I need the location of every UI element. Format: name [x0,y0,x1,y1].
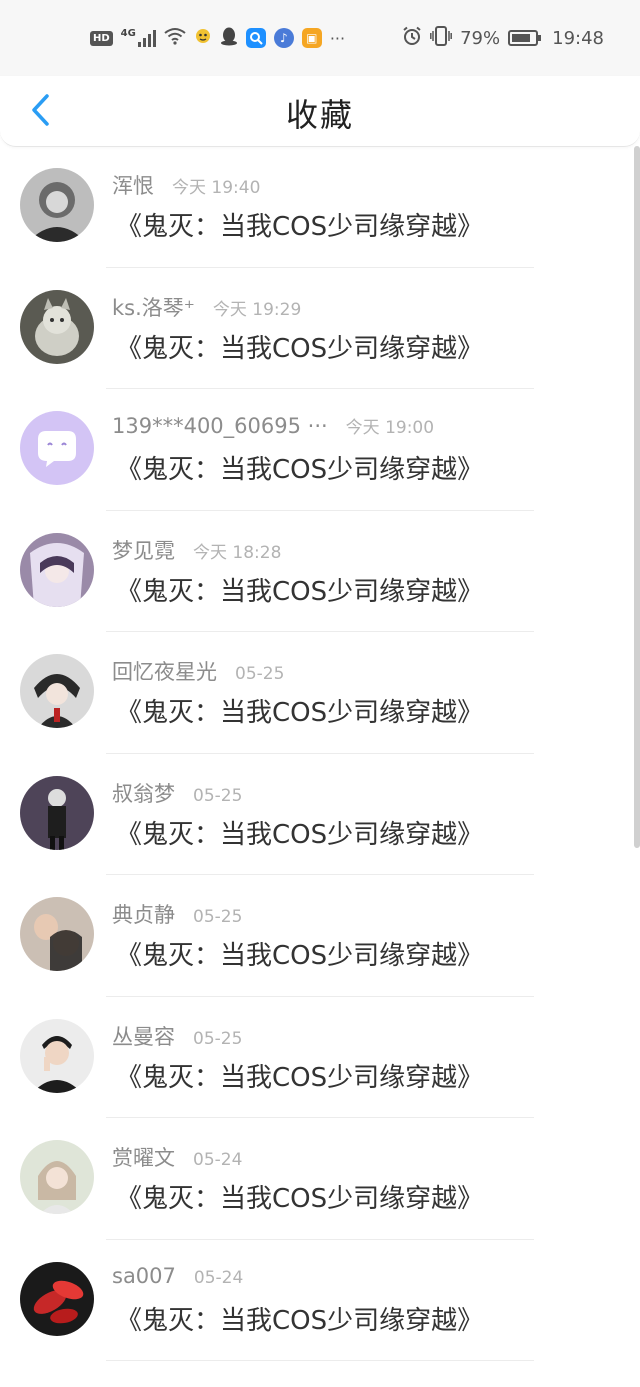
timestamp: 今天 19:00 [345,418,435,438]
favorite-title[interactable]: 《鬼灭：当我COS少司缘穿越》 [116,814,483,851]
avatar[interactable] [20,289,94,364]
avatar[interactable] [20,654,94,728]
avatar[interactable] [20,168,94,242]
list-item[interactable]: 赏曜文 05-24 《鬼灭：当我COS少司缘穿越》 [0,1118,640,1240]
user-name[interactable]: 回忆夜星光 [112,656,217,686]
battery-icon [508,30,542,46]
hd-badge: HD [90,30,113,46]
user-name[interactable]: 139***400_60695 ··· [112,414,328,438]
timestamp: 今天 19:40 [172,178,261,198]
favorites-list: 浑恨 今天 19:40 《鬼灭：当我COS少司缘穿越》 ks.洛琴⁺ 今天 19… [0,146,640,1361]
list-item[interactable]: ks.洛琴⁺ 今天 19:29 《鬼灭：当我COS少司缘穿越》 [0,268,640,389]
signal-icon [137,29,156,47]
avatar[interactable] [20,1140,94,1214]
list-item[interactable]: 139***400_60695 ··· 今天 19:00 《鬼灭：当我COS少司… [0,389,640,511]
more-notifications-icon: ··· [329,28,346,48]
timestamp: 05-25 [193,907,243,927]
timestamp: 05-25 [235,664,285,684]
status-left-icons: HD 4G ♪ ▣ ··· [90,24,345,52]
avatar[interactable] [20,1261,94,1336]
list-item[interactable]: 梦见霓 今天 18:28 《鬼灭：当我COS少司缘穿越》 [0,511,640,632]
reading-app-icon: ▣ [301,28,322,48]
timestamp: 今天 18:28 [193,542,282,563]
status-right-icons: 79% 19:48 [402,24,604,52]
alarm-icon [402,26,422,51]
battery-percent: 79% [460,27,501,49]
network-type: 4G [120,27,136,39]
list-item[interactable]: 浑恨 今天 19:40 《鬼灭：当我COS少司缘穿越》 [0,146,640,268]
favorite-title[interactable]: 《鬼灭：当我COS少司缘穿越》 [116,1300,483,1337]
timestamp: 今天 19:29 [212,299,302,320]
timestamp: 05-25 [193,785,243,806]
header-bar: 收藏 [0,76,640,147]
user-name[interactable]: 典贞静 [112,899,175,929]
clock-time: 19:48 [552,27,604,49]
user-name[interactable]: 浑恨 [112,170,154,200]
status-bar: HD 4G ♪ ▣ ··· 79% 19:48 [0,0,640,76]
favorite-title[interactable]: 《鬼灭：当我COS少司缘穿越》 [116,328,483,365]
app-notification-icon [194,27,212,49]
timestamp: 05-25 [193,1028,243,1049]
avatar[interactable] [20,411,94,485]
favorite-title[interactable]: 《鬼灭：当我COS少司缘穿越》 [116,449,483,486]
qq-icon [220,26,238,50]
list-item[interactable]: sa007 05-24 《鬼灭：当我COS少司缘穿越》 [0,1240,640,1361]
favorite-title[interactable]: 《鬼灭：当我COS少司缘穿越》 [116,1057,483,1094]
avatar[interactable] [20,532,94,607]
avatar[interactable] [20,1018,94,1093]
user-name[interactable]: sa007 [112,1264,176,1288]
page-title: 收藏 [285,96,354,134]
list-item[interactable]: 丛曼容 05-25 《鬼灭：当我COS少司缘穿越》 [0,997,640,1118]
list-item[interactable]: 回忆夜星光 05-25 《鬼灭：当我COS少司缘穿越》 [0,632,640,754]
vibrate-icon [430,25,453,51]
timestamp: 05-24 [193,1267,244,1288]
favorite-title[interactable]: 《鬼灭：当我COS少司缘穿越》 [116,692,483,729]
user-name[interactable]: 丛曼容 [112,1021,175,1051]
favorite-title[interactable]: 《鬼灭：当我COS少司缘穿越》 [116,1178,483,1215]
user-name[interactable]: 梦见霓 [112,535,175,565]
favorite-title[interactable]: 《鬼灭：当我COS少司缘穿越》 [116,571,483,608]
search-app-icon [245,28,266,48]
wifi-icon [164,27,186,50]
list-item[interactable]: 叔翁梦 05-25 《鬼灭：当我COS少司缘穿越》 [0,754,640,875]
list-item[interactable]: 典贞静 05-25 《鬼灭：当我COS少司缘穿越》 [0,875,640,997]
favorite-title[interactable]: 《鬼灭：当我COS少司缘穿越》 [116,206,483,243]
favorite-title[interactable]: 《鬼灭：当我COS少司缘穿越》 [116,935,483,972]
timestamp: 05-24 [193,1150,243,1170]
divider [106,1360,534,1361]
avatar[interactable] [20,897,94,971]
music-app-icon: ♪ [273,28,294,48]
user-name[interactable]: ks.洛琴⁺ [112,292,195,322]
avatar[interactable] [20,775,94,850]
user-name[interactable]: 叔翁梦 [112,778,175,808]
user-name[interactable]: 赏曜文 [112,1142,175,1172]
